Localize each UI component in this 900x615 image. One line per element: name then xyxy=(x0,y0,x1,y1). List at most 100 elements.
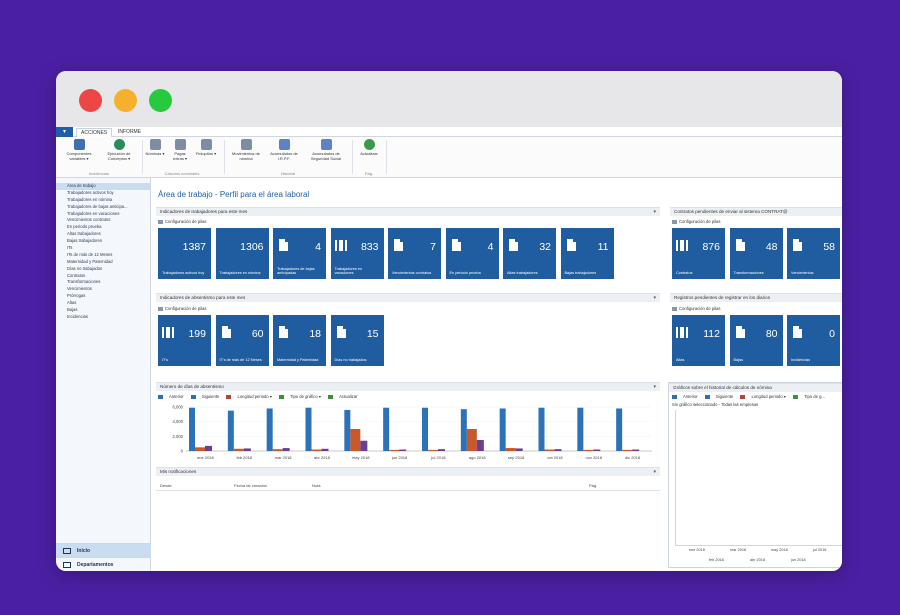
chart-type-button[interactable]: Tipo de gráfico ▾ xyxy=(279,394,321,399)
tile-label: Maternidad y Paternidad xyxy=(277,358,319,363)
nav-item[interactable]: Maternidad y Paternidad xyxy=(56,259,150,266)
collapse-icon[interactable]: ▾ xyxy=(653,468,656,476)
kpi-tile[interactable]: 1306 Trabajadores en nómina xyxy=(215,228,269,279)
kpi-tile[interactable]: 876 Contratos xyxy=(672,228,725,279)
file-menu-button[interactable]: ▾ xyxy=(56,127,73,137)
nav-item[interactable]: En periodo prueba xyxy=(56,224,150,231)
kpi-tile[interactable]: 4 En periodo prueba xyxy=(445,228,499,279)
nav-inicio[interactable]: Inicio xyxy=(56,543,151,557)
kpi-tile[interactable]: 60 IT's de más de 12 Meses xyxy=(215,315,269,366)
nav-departamentos[interactable]: Departamentos xyxy=(56,557,151,571)
actualizar-button[interactable]: Actualizar xyxy=(356,139,382,156)
previous-button[interactable]: Anterior xyxy=(158,394,184,399)
refresh-button[interactable]: Actualizar xyxy=(328,394,358,399)
button-label: Acumulados de Seguridad Social xyxy=(310,151,342,161)
collapse-icon[interactable]: ▾ xyxy=(653,383,656,391)
kpi-tile[interactable]: 199 IT's xyxy=(158,315,211,366)
col-nota[interactable]: Nota xyxy=(312,483,320,488)
absence-section-header[interactable]: Indicadores de absentismo para este mes … xyxy=(156,293,660,302)
button-label: Pagas extras ▾ xyxy=(172,151,187,161)
group-label: Cálculos nominales xyxy=(164,171,200,176)
kpi-tile[interactable]: 4 Trabajadores de bajas anticipadas xyxy=(273,228,326,279)
kpi-tile[interactable]: 80 Bajas xyxy=(729,315,783,366)
contracts-section-header[interactable]: Contratos pendientes de enviar al sistem… xyxy=(670,207,842,216)
tab-informe[interactable]: INFORME xyxy=(114,128,145,137)
nav-item[interactable]: Trabajadores de bajas anticipa... xyxy=(56,204,150,211)
movimientos-nomina-button[interactable]: Movimientos de nómina xyxy=(228,139,264,161)
arrow-left-icon xyxy=(672,394,677,399)
config-link[interactable]: Configuración de pilas xyxy=(672,219,720,224)
x-tick-label: nov 2018 xyxy=(586,455,603,460)
config-link[interactable]: Configuración de pilas xyxy=(158,219,206,224)
nav-item[interactable]: Contratos xyxy=(56,273,150,280)
finiquitos-button[interactable]: Finiquitos ▾ xyxy=(194,139,218,156)
tile-label: Contratos xyxy=(676,271,693,276)
kpi-tile[interactable]: 11 Bajas trabajadores xyxy=(560,228,614,279)
x-tick-label: ago 2018 xyxy=(469,455,486,460)
history-section-header[interactable]: Gráficos sobre el historial de cálculos … xyxy=(669,383,842,392)
nav-item[interactable]: Altas trabajadores xyxy=(56,231,150,238)
tile-label: Vencimientos contratos xyxy=(392,271,432,276)
chart-icon xyxy=(279,394,285,399)
registry-section-header[interactable]: Registros pendientes de registrar en los… xyxy=(670,293,842,302)
config-link[interactable]: Configuración de pilas xyxy=(158,306,206,311)
nav-item[interactable]: Prórrogas xyxy=(56,293,150,300)
period-length-button[interactable]: Longitud periodo ▾ xyxy=(740,394,786,399)
acumulados-ss-button[interactable]: Acumulados de Seguridad Social xyxy=(304,139,348,161)
previous-button[interactable]: Anterior xyxy=(672,394,698,399)
nav-item[interactable]: Incidencias xyxy=(56,314,150,321)
pagas-extras-button[interactable]: Pagas extras ▾ xyxy=(169,139,191,161)
kpi-tile[interactable]: 58 Vencimientos xyxy=(787,228,840,279)
nominas-button[interactable]: Nóminas ▾ xyxy=(144,139,166,156)
nav-item[interactable]: Trabajadores en nómina xyxy=(56,197,150,204)
nav-item[interactable]: Bajas trabajadores xyxy=(56,238,150,245)
col-pag[interactable]: Pág. xyxy=(589,483,597,488)
tile-label: Bajas xyxy=(733,358,744,363)
history-x-label: ene 2018 xyxy=(689,548,705,552)
section-title: Número de días de absentismo xyxy=(160,384,224,389)
kpi-tile[interactable]: 1387 Trabajadores activos hoy xyxy=(158,228,211,279)
acumulados-irpf-button[interactable]: Acumulados de I.R.P.F. xyxy=(266,139,302,161)
col-fecha[interactable]: Fecha de creación xyxy=(234,483,267,488)
nav-item[interactable]: Vencimientos contratos xyxy=(56,217,150,224)
kpi-tile[interactable]: 833 Trabajadores en vacaciones xyxy=(330,228,384,279)
nav-item[interactable]: Bajas xyxy=(56,307,150,314)
collapse-icon[interactable]: ▾ xyxy=(653,208,656,216)
chart-type-button[interactable]: Tipo de g... xyxy=(793,394,825,399)
kpi-tile[interactable]: 0 Incidencias xyxy=(787,315,840,366)
collapse-icon[interactable]: ▾ xyxy=(653,294,656,302)
close-window-button[interactable] xyxy=(79,89,102,112)
nav-item[interactable]: ITs xyxy=(56,245,150,252)
nav-item[interactable]: Altas xyxy=(56,300,150,307)
next-button[interactable]: Siguiente xyxy=(704,394,733,399)
tile-value: 112 xyxy=(703,328,720,340)
nav-item[interactable]: Días no trabajados xyxy=(56,266,150,273)
nav-item[interactable]: Transformaciones xyxy=(56,279,150,286)
chart-section-header[interactable]: Número de días de absentismo ▾ xyxy=(156,382,660,391)
config-link[interactable]: Configuración de pilas xyxy=(672,306,720,311)
nav-item[interactable]: Vencimientos xyxy=(56,286,150,293)
nav-item[interactable]: Área de trabajo xyxy=(56,183,150,190)
kpi-tile[interactable]: 48 Transformaciones xyxy=(729,228,783,279)
col-desde[interactable]: Desde xyxy=(160,483,172,488)
kpi-tile[interactable]: 32 Altas trabajadores xyxy=(503,228,556,279)
maximize-window-button[interactable] xyxy=(149,89,172,112)
period-length-button[interactable]: Longitud periodo ▾ xyxy=(226,394,272,399)
nav-item[interactable]: Trabajadores en vacaciones xyxy=(56,211,150,218)
next-button[interactable]: Siguiente xyxy=(190,394,219,399)
nav-item[interactable]: ITs de más de 12 Meses xyxy=(56,252,150,259)
nav-item[interactable]: Trabajadores activos hoy xyxy=(56,190,150,197)
workers-section-header[interactable]: Indicadores de trabajadores para este me… xyxy=(156,207,660,216)
ejecucion-conceptos-button[interactable]: Ejecución de Conceptos ▾ xyxy=(100,139,138,161)
minimize-window-button[interactable] xyxy=(114,89,137,112)
kpi-tile[interactable]: 18 Maternidad y Paternidad xyxy=(273,315,326,366)
kpi-tile[interactable]: 15 Días no trabajados xyxy=(330,315,384,366)
kpi-tile[interactable]: 112 Altas xyxy=(672,315,725,366)
bar xyxy=(389,449,400,451)
kpi-tile[interactable]: 7 Vencimientos contratos xyxy=(388,228,441,279)
history-x-label: feb 2018 xyxy=(709,558,724,562)
tile-value: 1306 xyxy=(240,241,264,253)
bar xyxy=(350,429,361,451)
componentes-variables-button[interactable]: Componentes variables ▾ xyxy=(60,139,98,161)
notifications-section-header[interactable]: Mis notificaciones ▾ xyxy=(156,467,660,476)
